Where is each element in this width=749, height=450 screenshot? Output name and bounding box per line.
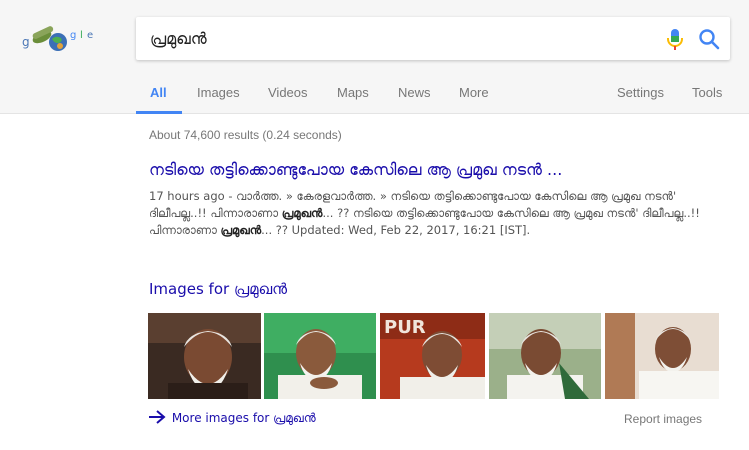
search-box bbox=[136, 17, 730, 60]
image-thumbnail-1[interactable] bbox=[148, 313, 261, 399]
search-header: g g l e All I bbox=[0, 0, 749, 114]
image-thumbnail-2[interactable] bbox=[264, 313, 376, 399]
result-stats: About 74,600 results (0.24 seconds) bbox=[149, 128, 342, 142]
doodle-icon: g g l e bbox=[22, 26, 93, 51]
more-images-label: More images for പ്രമുഖൻ bbox=[171, 411, 316, 425]
snippet-text-3: ... ?? Updated: Wed, Feb 22, 2017, 16:21… bbox=[261, 223, 531, 237]
svg-text:l: l bbox=[80, 30, 83, 41]
google-doodle-logo[interactable]: g g l e bbox=[20, 22, 110, 56]
svg-text:e: e bbox=[87, 30, 93, 41]
snippet-highlight-2: പ്രമുഖൻ bbox=[220, 223, 262, 237]
tab-more[interactable]: More bbox=[459, 85, 489, 100]
tab-images[interactable]: Images bbox=[197, 85, 240, 100]
result-snippet: 17 hours ago - വാർത്ത. » കേരളവാർത്ത. » ന… bbox=[149, 188, 729, 239]
tab-videos[interactable]: Videos bbox=[268, 85, 308, 100]
arrow-right-icon bbox=[148, 410, 168, 427]
tab-news[interactable]: News bbox=[398, 85, 431, 100]
search-icon[interactable] bbox=[697, 27, 721, 51]
active-tab-indicator bbox=[136, 111, 182, 114]
tab-all[interactable]: All bbox=[150, 85, 167, 100]
search-input[interactable] bbox=[150, 17, 650, 60]
image-thumbnail-4[interactable] bbox=[489, 313, 601, 399]
search-result: നടിയെ തട്ടിക്കൊണ്ടുപോയ കേസിലെ ആ പ്രമുഖ ന… bbox=[149, 160, 729, 239]
thumb-overlay-text: PUR bbox=[384, 317, 426, 338]
tab-tools[interactable]: Tools bbox=[692, 85, 722, 100]
search-tabs: All Images Videos Maps News More Setting… bbox=[0, 76, 749, 114]
tab-maps[interactable]: Maps bbox=[337, 85, 369, 100]
svg-text:g: g bbox=[22, 35, 30, 49]
result-title-link[interactable]: നടിയെ തട്ടിക്കൊണ്ടുപോയ കേസിലെ ആ പ്രമുഖ ന… bbox=[149, 160, 729, 180]
report-images-link[interactable]: Report images bbox=[624, 412, 702, 426]
snippet-highlight-1: പ്രമുഖൻ bbox=[281, 206, 323, 220]
image-thumbnail-3[interactable]: PUR bbox=[380, 313, 485, 399]
microphone-icon[interactable] bbox=[664, 27, 686, 51]
tab-settings[interactable]: Settings bbox=[617, 85, 664, 100]
image-thumbnail-5[interactable] bbox=[605, 313, 719, 399]
svg-text:g: g bbox=[70, 30, 76, 41]
more-images-link[interactable]: More images for പ്രമുഖൻ bbox=[148, 410, 316, 427]
images-section-header[interactable]: Images for പ്രമുഖൻ bbox=[149, 280, 287, 298]
